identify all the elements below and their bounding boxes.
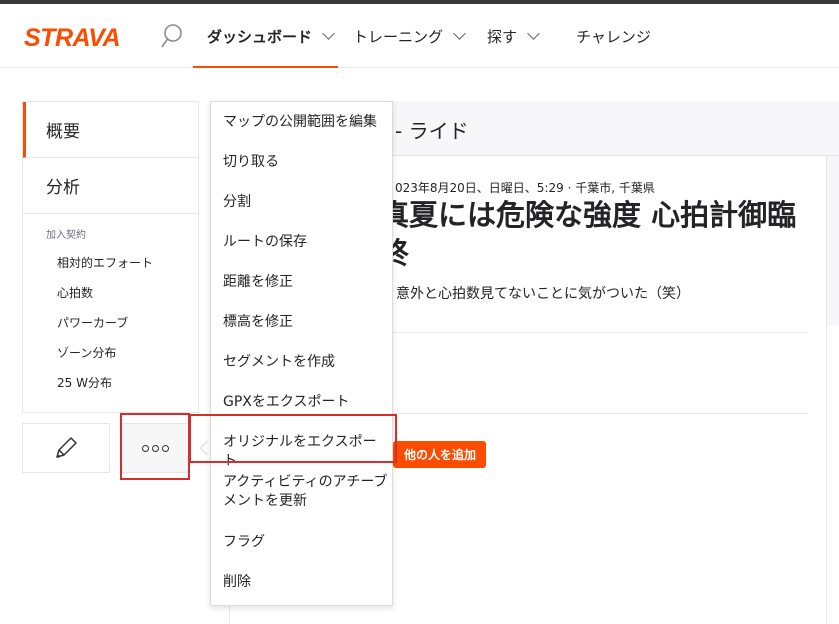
nav-active-indicator [193, 66, 338, 68]
menu-item-crop[interactable]: 切り取る [223, 153, 388, 172]
menu-item-edit-map-visibility[interactable]: マップの公開範囲を編集 [223, 113, 388, 132]
activity-type-title: - ライド [395, 119, 469, 143]
menu-item-flag[interactable]: フラグ [223, 533, 388, 552]
sidebar-item-25w-distribution[interactable]: 25 W分布 [23, 367, 198, 397]
chevron-down-icon [322, 27, 335, 40]
sidebar-item-zone-distribution[interactable]: ゾーン分布 [23, 337, 198, 367]
menu-item-correct-elevation[interactable]: 標高を修正 [223, 313, 388, 332]
divider [392, 332, 808, 333]
chevron-down-icon [527, 27, 540, 40]
tab-analysis[interactable]: 分析 [23, 158, 198, 214]
nav-challenges[interactable]: チャレンジ [576, 24, 651, 48]
activity-description: 意外と心拍数見てないことに気がついた（笑） [396, 286, 690, 302]
highlight-box-more [120, 413, 190, 480]
more-options-menu: マップの公開範囲を編集 切り取る 分割 ルートの保存 距離を修正 標高を修正 セ… [210, 101, 393, 606]
nav-dashboard[interactable]: ダッシュボード [207, 24, 335, 48]
nav-explore-label: 探す [487, 27, 518, 46]
strava-logo[interactable]: STRAVA [24, 24, 121, 53]
pencil-icon [56, 437, 77, 458]
nav-training[interactable]: トレーニング [353, 24, 466, 48]
sidebar-item-power-curve[interactable]: パワーカーブ [23, 307, 198, 337]
add-others-button[interactable]: 他の人を追加 [393, 441, 486, 468]
sidebar-item-relative-effort[interactable]: 相対的エフォート [23, 247, 198, 277]
search-icon[interactable] [158, 22, 186, 50]
menu-item-export-gpx[interactable]: GPXをエクスポート [223, 393, 388, 412]
nav-training-label: トレーニング [353, 27, 444, 46]
menu-item-save-route[interactable]: ルートの保存 [223, 233, 388, 252]
tab-analysis-label: 分析 [46, 178, 80, 198]
menu-item-split[interactable]: 分割 [223, 193, 388, 212]
menu-item-create-segment[interactable]: セグメントを作成 [223, 353, 388, 372]
right-column [827, 156, 839, 326]
top-navbar: STRAVA ダッシュボード トレーニング 探す チャレンジ [0, 4, 839, 68]
activity-sidebar: 概要 分析 加入契約 相対的エフォート 心拍数 パワーカーブ ゾーン分布 25 … [22, 101, 199, 413]
tab-overview[interactable]: 概要 [23, 102, 198, 158]
nav-dashboard-label: ダッシュボード [207, 27, 313, 46]
subscription-heading: 加入契約 [46, 230, 86, 241]
menu-item-correct-distance[interactable]: 距離を修正 [223, 273, 388, 292]
highlight-box-export-original [189, 414, 397, 463]
chevron-down-icon [453, 27, 466, 40]
nav-challenges-label: チャレンジ [576, 27, 651, 46]
edit-button[interactable] [22, 423, 110, 473]
menu-item-refresh-achievements[interactable]: アクティビティのアチーブメントを更新 [223, 473, 388, 511]
activity-date: 023年8月20日、日曜日、5:29 · 千葉市, 千葉県 [395, 181, 655, 195]
sidebar-item-heart-rate[interactable]: 心拍数 [23, 277, 198, 307]
nav-explore[interactable]: 探す [487, 24, 540, 48]
activity-title: 真夏には危険な強度 心拍計御臨終 [380, 198, 797, 270]
divider [392, 413, 808, 414]
menu-item-delete[interactable]: 削除 [223, 573, 388, 592]
tab-overview-label: 概要 [46, 122, 80, 142]
